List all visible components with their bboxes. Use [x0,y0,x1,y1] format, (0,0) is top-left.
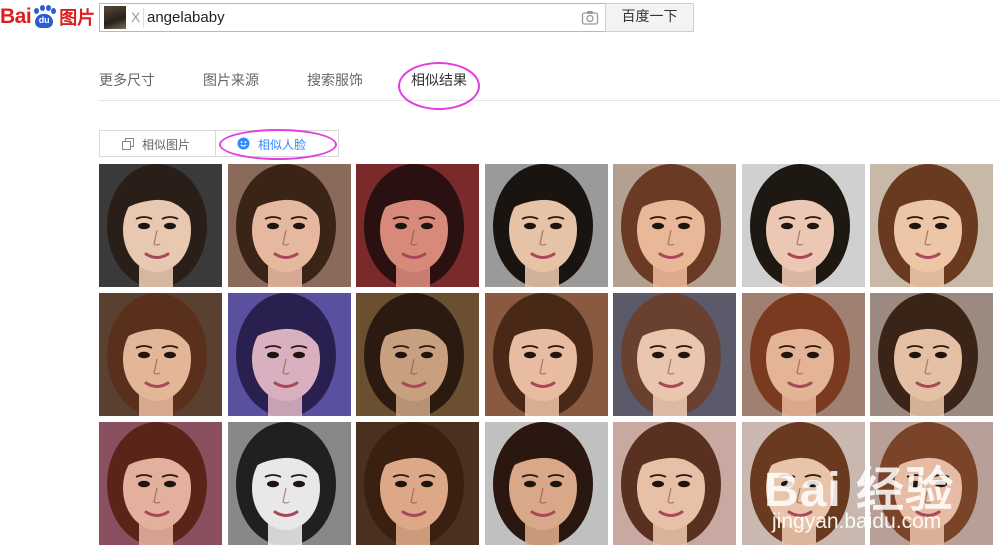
camera-icon[interactable] [581,9,599,27]
result-image[interactable] [99,293,222,416]
result-grid [99,164,1000,550]
tabs-divider [99,100,1000,101]
result-image[interactable] [484,293,608,416]
result-image[interactable] [613,164,736,287]
baidu-paw-icon: du [32,5,57,29]
search-box[interactable]: X [99,3,606,32]
result-image[interactable] [741,422,865,545]
face-photo [741,164,865,287]
result-image[interactable] [741,293,865,416]
face-photo [356,422,479,545]
query-image-thumbnail[interactable] [104,6,126,29]
option-similar-images[interactable]: 相似图片 [142,136,190,153]
face-photo [613,422,736,545]
tab-more-sizes[interactable]: 更多尺寸 [99,70,155,90]
result-image[interactable] [356,164,479,287]
search-button[interactable]: 百度一下 [605,3,694,32]
logo-brand: Bai [0,5,32,28]
result-image[interactable] [484,164,608,287]
copy-icon [122,138,134,150]
face-photo [99,164,222,287]
face-photo [741,293,865,416]
tab-search-clothing[interactable]: 搜索服饰 [307,70,363,90]
result-image[interactable] [356,422,479,545]
logo-paw-text: du [38,15,50,25]
result-image[interactable] [99,164,222,287]
result-image[interactable] [227,293,351,416]
result-image[interactable] [870,293,993,416]
face-photo [356,164,479,287]
face-photo [613,293,736,416]
face-photo [484,422,608,545]
search-divider [143,8,144,28]
result-image[interactable] [99,422,222,545]
tab-image-source[interactable]: 图片来源 [203,70,259,90]
face-photo [870,293,993,416]
face-photo [356,293,479,416]
face-photo [227,164,351,287]
result-image[interactable] [613,422,736,545]
toggle-separator [215,131,216,156]
face-photo [484,293,608,416]
logo-product: 图片 [59,8,96,29]
result-image[interactable] [741,164,865,287]
result-image[interactable] [484,422,608,545]
face-photo [741,422,865,545]
result-image[interactable] [613,293,736,416]
result-image[interactable] [870,164,993,287]
face-photo [484,164,608,287]
highlight-circle-faces [219,129,337,160]
face-photo [227,422,351,545]
highlight-circle-tab [398,62,480,110]
face-photo [99,422,222,545]
result-image[interactable] [870,422,993,545]
result-image[interactable] [227,164,351,287]
face-photo [227,293,351,416]
face-photo [870,164,993,287]
result-image[interactable] [356,293,479,416]
search-input[interactable] [147,7,567,28]
face-photo [613,164,736,287]
face-photo [99,293,222,416]
face-photo [870,422,993,545]
baidu-image-logo[interactable]: Bai du 图片 [0,2,95,32]
result-image[interactable] [227,422,351,545]
remove-image-button[interactable]: X [131,9,140,25]
